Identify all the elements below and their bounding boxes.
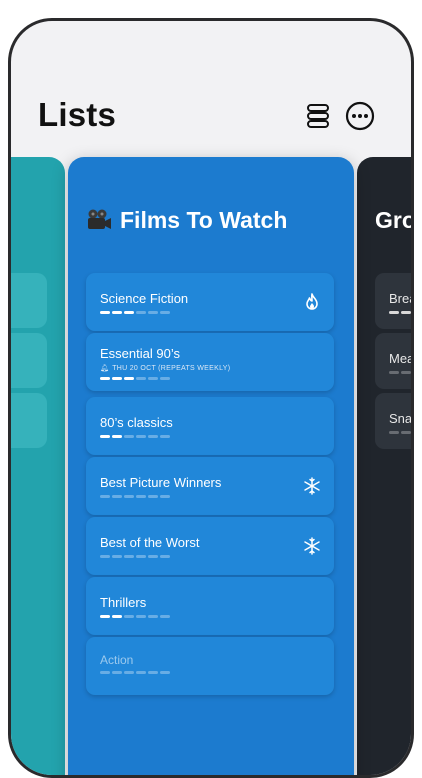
list-item-label: 80’s classics [100, 415, 173, 430]
list-card-films[interactable]: Films To Watch Science Fiction Essential… [68, 157, 354, 775]
progress-dashes [100, 555, 170, 558]
list-item[interactable] [11, 393, 47, 448]
list-item[interactable]: Sna [375, 393, 413, 449]
ellipsis-circle-icon [345, 101, 375, 131]
progress-dashes [100, 671, 170, 674]
list-title-text: Films To Watch [120, 207, 288, 233]
page-title: Lists [38, 96, 117, 133]
snowflake-icon [304, 537, 320, 555]
more-button[interactable] [345, 101, 375, 131]
snowflake-icon [304, 477, 320, 495]
flame-icon [306, 293, 318, 310]
progress-dashes [389, 431, 411, 434]
list-title: Gro [375, 207, 414, 233]
list-title: Films To Watch [86, 207, 287, 234]
progress-dashes [100, 615, 170, 618]
list-item[interactable]: 80’s classics [86, 397, 334, 455]
list-item-label: Science Fiction [100, 291, 189, 306]
list-item-label: Best Picture Winners [100, 475, 222, 490]
list-item-label: Thrillers [100, 595, 147, 610]
progress-dashes [100, 377, 170, 380]
list-item[interactable]: Best Picture Winners [86, 457, 334, 515]
film-camera-icon [88, 209, 111, 229]
progress-dashes [100, 435, 170, 438]
list-item[interactable]: Science Fiction [86, 273, 334, 331]
list-item-label: Sna [389, 411, 413, 426]
progress-dashes [389, 371, 411, 374]
list-item[interactable]: Best of the Worst [86, 517, 334, 575]
list-card-teal[interactable] [11, 157, 65, 775]
stack-button[interactable] [303, 101, 333, 131]
list-item-label: Mea [389, 351, 414, 366]
bell-icon: 🔔︎ [100, 365, 110, 372]
list-item[interactable] [11, 273, 47, 328]
list-item-label: Brea [389, 291, 414, 306]
list-item[interactable]: Essential 90’s 🔔︎ THU 20 OCT (REPEATS WEE… [86, 333, 334, 391]
phone-frame: Lists Gro Brea Mea Sna Films To Watch Sc… [8, 18, 414, 778]
list-item[interactable]: Thrillers [86, 577, 334, 635]
list-item[interactable]: Action [86, 637, 334, 695]
list-item[interactable] [11, 333, 47, 388]
reminder-label: 🔔︎ THU 20 OCT (REPEATS WEEKLY) [100, 365, 231, 372]
stack-icon [307, 104, 329, 128]
screen: Lists Gro Brea Mea Sna Films To Watch Sc… [11, 21, 411, 775]
progress-dashes [100, 495, 170, 498]
list-item-label: Action [100, 653, 134, 667]
list-item-label: Best of the Worst [100, 535, 200, 550]
list-item-label: Essential 90’s [100, 346, 180, 361]
progress-dashes [389, 311, 411, 314]
list-item[interactable]: Mea [375, 333, 414, 389]
progress-dashes [100, 311, 170, 314]
list-item[interactable]: Brea [375, 273, 414, 329]
list-card-dark[interactable]: Gro Brea Mea Sna [357, 157, 414, 775]
